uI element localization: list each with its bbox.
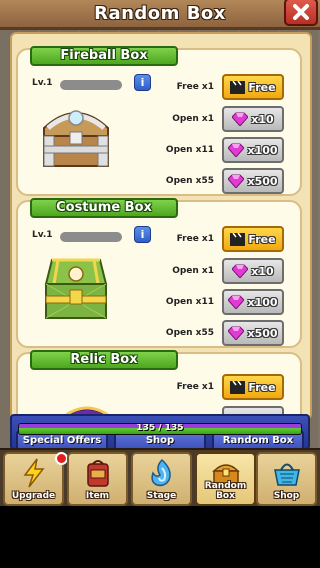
open-x55-button[interactable]: x500: [222, 168, 284, 194]
clapperboard-icon: [230, 380, 246, 394]
nav-label: Random Box: [204, 481, 247, 501]
button-label: x100: [247, 143, 278, 157]
page-title: Random Box: [94, 3, 226, 24]
progress-text: 135 / 135: [136, 423, 184, 433]
box-card-relic: Relic Box Free x1 Free: [16, 350, 302, 418]
bottom-black-area: [0, 506, 320, 568]
button-label: x10: [251, 264, 274, 278]
gem-icon: [228, 143, 245, 157]
random-box-screen: Random Box Fireball Box Lv.1 i Free x1 F…: [0, 0, 320, 568]
blue-flame-icon: [151, 458, 171, 487]
shopping-basket-icon: [274, 463, 300, 486]
wooden-chest-icon: [43, 110, 109, 167]
close-icon: [293, 4, 309, 20]
button-label: Free: [248, 380, 276, 394]
info-button[interactable]: i: [134, 226, 151, 243]
gem-icon: [232, 264, 249, 278]
nav-label: Upgrade: [11, 491, 56, 501]
level-bar: [60, 80, 122, 90]
box-title: Fireball Box: [30, 46, 178, 66]
box-title: Relic Box: [30, 350, 178, 370]
nav-shop[interactable]: Shop: [256, 452, 317, 506]
lightning-icon: [23, 458, 45, 488]
row-label: Free x1: [176, 234, 214, 244]
box-card-fireball: Fireball Box Lv.1 i Free x1 Free Open x1: [16, 46, 302, 196]
nav-item[interactable]: Item: [67, 452, 128, 506]
box-list-panel[interactable]: Fireball Box Lv.1 i Free x1 Free Open x1: [10, 32, 312, 420]
row-label: Open x11: [165, 297, 214, 307]
info-button[interactable]: i: [134, 74, 151, 91]
free-open-button[interactable]: Free: [222, 226, 284, 252]
row-label: Open x55: [165, 328, 214, 338]
button-label: Free: [248, 232, 276, 246]
row-label: Open x1: [172, 266, 214, 276]
free-open-button[interactable]: Free: [222, 374, 284, 400]
box-card-costume: Costume Box Lv.1 i Free x1 Free Open x1: [16, 198, 302, 348]
close-button[interactable]: [284, 0, 318, 26]
row-label: Open x11: [165, 145, 214, 155]
backpack-icon: [87, 460, 109, 487]
clapperboard-icon: [230, 80, 246, 94]
gem-icon: [228, 295, 245, 309]
free-open-button[interactable]: Free: [222, 74, 284, 100]
button-label: Free: [248, 80, 276, 94]
open-x1-button[interactable]: x10: [222, 258, 284, 284]
nav-stage[interactable]: Stage: [131, 452, 192, 506]
box-level: Lv.1: [32, 230, 53, 240]
button-label: x100: [247, 295, 278, 309]
row-label: Free x1: [176, 82, 214, 92]
gem-icon: [228, 326, 245, 340]
button-label: x500: [247, 326, 278, 340]
level-bar: [60, 232, 122, 242]
bottom-nav: Upgrade Item Stage Random Box Shop: [0, 448, 320, 506]
nav-label: Stage: [146, 491, 177, 501]
box-title: Costume Box: [30, 198, 178, 218]
open-x11-button[interactable]: x100: [222, 137, 284, 163]
nav-label: Shop: [273, 491, 300, 501]
box-level: Lv.1: [32, 78, 53, 88]
nav-label: Item: [85, 491, 110, 501]
green-chest-icon: [44, 258, 108, 319]
open-x1-button[interactable]: x10: [222, 106, 284, 132]
gem-icon: [228, 174, 245, 188]
nav-upgrade[interactable]: Upgrade: [3, 452, 68, 506]
clapperboard-icon: [230, 232, 246, 246]
header-bar: Random Box: [0, 0, 320, 30]
open-x55-button[interactable]: x500: [222, 320, 284, 346]
button-label: x500: [247, 174, 278, 188]
row-label: Open x55: [165, 176, 214, 186]
row-label: Free x1: [176, 382, 214, 392]
nav-random-box[interactable]: Random Box: [195, 452, 256, 506]
row-label: Open x1: [172, 114, 214, 124]
button-label: x10: [251, 112, 274, 126]
open-x11-button[interactable]: x100: [222, 289, 284, 315]
gem-icon: [232, 112, 249, 126]
progress-bar: 135 / 135: [18, 423, 302, 435]
